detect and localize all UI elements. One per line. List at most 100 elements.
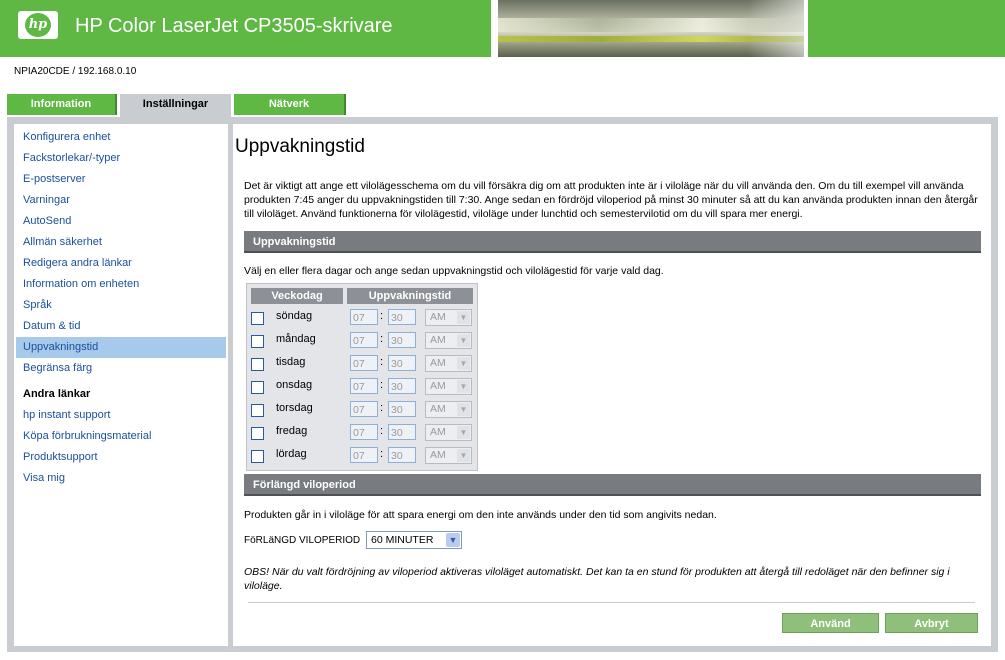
header-title-bar: hp HP Color LaserJet CP3505-skrivare xyxy=(0,0,491,57)
day-label: söndag xyxy=(276,310,313,322)
time-separator: : xyxy=(380,333,384,345)
chevron-down-icon: ▼ xyxy=(457,380,470,393)
time-separator: : xyxy=(380,402,384,414)
day-checkbox[interactable] xyxy=(251,404,264,417)
divider xyxy=(248,602,975,603)
sidebar-link-hp-instant-support[interactable]: hp instant support xyxy=(16,405,226,426)
day-row-fredag: fredag 07 : 30 AM ▼ xyxy=(247,424,477,446)
hour-field[interactable]: 07 xyxy=(350,447,378,463)
instructions-text: Välj en eller flera dagar och ange sedan… xyxy=(244,265,664,277)
ampm-select[interactable]: AM ▼ xyxy=(425,332,472,349)
col-header-veckodag: Veckodag xyxy=(251,288,343,304)
device-address: NPIA20CDE / 192.168.0.10 xyxy=(14,66,137,77)
sidebar-item-sprak[interactable]: Språk xyxy=(16,295,226,316)
chevron-down-icon: ▼ xyxy=(457,311,470,324)
minute-field[interactable]: 30 xyxy=(388,378,416,394)
header: hp HP Color LaserJet CP3505-skrivare xyxy=(0,0,1005,57)
sidebar-item-redigera-andra-lankar[interactable]: Redigera andra länkar xyxy=(16,253,226,274)
hp-logo-icon: hp xyxy=(18,11,58,39)
chevron-down-icon: ▼ xyxy=(446,533,460,547)
ampm-value: AM xyxy=(430,357,446,369)
ampm-select[interactable]: AM ▼ xyxy=(425,401,472,418)
day-row-sondag: söndag 07 : 30 AM ▼ xyxy=(247,309,477,331)
day-checkbox[interactable] xyxy=(251,381,264,394)
hour-field[interactable]: 07 xyxy=(350,424,378,440)
sidebar-item-varningar[interactable]: Varningar xyxy=(16,190,226,211)
day-checkbox[interactable] xyxy=(251,335,264,348)
cancel-button[interactable]: Avbryt xyxy=(885,613,978,633)
time-separator: : xyxy=(380,448,384,460)
tab-natverk[interactable]: Nätverk xyxy=(234,94,346,115)
hour-field[interactable]: 07 xyxy=(350,355,378,371)
day-checkbox[interactable] xyxy=(251,358,264,371)
ampm-value: AM xyxy=(430,403,446,415)
minute-field[interactable]: 30 xyxy=(388,355,416,371)
minute-field[interactable]: 30 xyxy=(388,447,416,463)
sidebar-item-e-postserver[interactable]: E-postserver xyxy=(16,169,226,190)
minute-field[interactable]: 30 xyxy=(388,424,416,440)
minute-field[interactable]: 30 xyxy=(388,309,416,325)
sidebar-item-information-om-enheten[interactable]: Information om enheten xyxy=(16,274,226,295)
hour-field[interactable]: 07 xyxy=(350,332,378,348)
sleep-delay-description: Produkten går in i viloläge för att spar… xyxy=(244,509,717,521)
sidebar-item-konfigurera-enhet[interactable]: Konfigurera enhet xyxy=(16,127,226,148)
sidebar-link-kopa-forbrukningsmaterial[interactable]: Köpa förbrukningsmaterial xyxy=(16,426,226,447)
chevron-down-icon: ▼ xyxy=(457,357,470,370)
minute-field[interactable]: 30 xyxy=(388,332,416,348)
sidebar-link-visa-mig[interactable]: Visa mig xyxy=(16,468,226,489)
sleep-delay-select[interactable]: 60 MINUTER ▼ xyxy=(366,531,462,549)
sidebar-item-datum-tid[interactable]: Datum & tid xyxy=(16,316,226,337)
intro-text: Det är viktigt att ange ett vilolägessch… xyxy=(244,180,978,220)
day-label: måndag xyxy=(276,333,316,345)
sidebar-item-begransa-farg[interactable]: Begränsa färg xyxy=(16,358,226,379)
wakeup-schedule-table: Veckodag Uppvakningstid söndag 07 : 30 A… xyxy=(246,283,478,471)
ampm-value: AM xyxy=(430,334,446,346)
sidebar-item-allman-sakerhet[interactable]: Allmän säkerhet xyxy=(16,232,226,253)
section-header-forlangd-viloperiod: Förlängd viloperiod xyxy=(244,474,981,496)
sidebar-item-uppvakningstid[interactable]: Uppvakningstid xyxy=(16,337,226,358)
sleep-delay-value: 60 MINUTER xyxy=(371,534,434,546)
day-row-mandag: måndag 07 : 30 AM ▼ xyxy=(247,332,477,354)
tab-information[interactable]: Information xyxy=(7,94,117,115)
time-separator: : xyxy=(380,379,384,391)
sidebar-item-autosend[interactable]: AutoSend xyxy=(16,211,226,232)
ampm-select[interactable]: AM ▼ xyxy=(425,355,472,372)
header-photo xyxy=(498,0,804,57)
sidebar-link-produktsupport[interactable]: Produktsupport xyxy=(16,447,226,468)
hour-field[interactable]: 07 xyxy=(350,309,378,325)
ampm-select[interactable]: AM ▼ xyxy=(425,378,472,395)
minute-field[interactable]: 30 xyxy=(388,401,416,417)
section-header-uppvakningstid: Uppvakningstid xyxy=(244,231,981,253)
ampm-value: AM xyxy=(430,426,446,438)
sleep-delay-label: FöRLäNGD VILOPERIOD xyxy=(244,535,361,546)
note-text: OBS! När du valt fördröjning av viloperi… xyxy=(244,566,950,592)
ampm-select[interactable]: AM ▼ xyxy=(425,309,472,326)
hour-field[interactable]: 07 xyxy=(350,401,378,417)
ampm-select[interactable]: AM ▼ xyxy=(425,424,472,441)
chevron-down-icon: ▼ xyxy=(457,334,470,347)
hour-field[interactable]: 07 xyxy=(350,378,378,394)
time-separator: : xyxy=(380,425,384,437)
day-checkbox[interactable] xyxy=(251,312,264,325)
chevron-down-icon: ▼ xyxy=(457,403,470,416)
chevron-down-icon: ▼ xyxy=(457,449,470,462)
sidebar: Konfigurera enhet Fackstorlekar/-typer E… xyxy=(14,124,228,646)
day-label: torsdag xyxy=(276,402,313,414)
day-checkbox[interactable] xyxy=(251,427,264,440)
day-row-torsdag: torsdag 07 : 30 AM ▼ xyxy=(247,401,477,423)
day-label: onsdag xyxy=(276,379,313,391)
day-label: lördag xyxy=(276,448,307,460)
ampm-value: AM xyxy=(430,311,446,323)
tab-installningar[interactable]: Inställningar xyxy=(120,94,231,117)
day-checkbox[interactable] xyxy=(251,450,264,463)
day-row-lordag: lördag 07 : 30 AM ▼ xyxy=(247,447,477,469)
ampm-select[interactable]: AM ▼ xyxy=(425,447,472,464)
chevron-down-icon: ▼ xyxy=(457,426,470,439)
page-title: Uppvakningstid xyxy=(235,136,365,157)
day-row-onsdag: onsdag 07 : 30 AM ▼ xyxy=(247,378,477,400)
apply-button[interactable]: Använd xyxy=(782,613,879,633)
header-green-block xyxy=(808,0,1005,57)
day-label: fredag xyxy=(276,425,308,437)
main-panel: Uppvakningstid Det är viktigt att ange e… xyxy=(233,124,991,646)
sidebar-item-fackstorlekar[interactable]: Fackstorlekar/-typer xyxy=(16,148,226,169)
